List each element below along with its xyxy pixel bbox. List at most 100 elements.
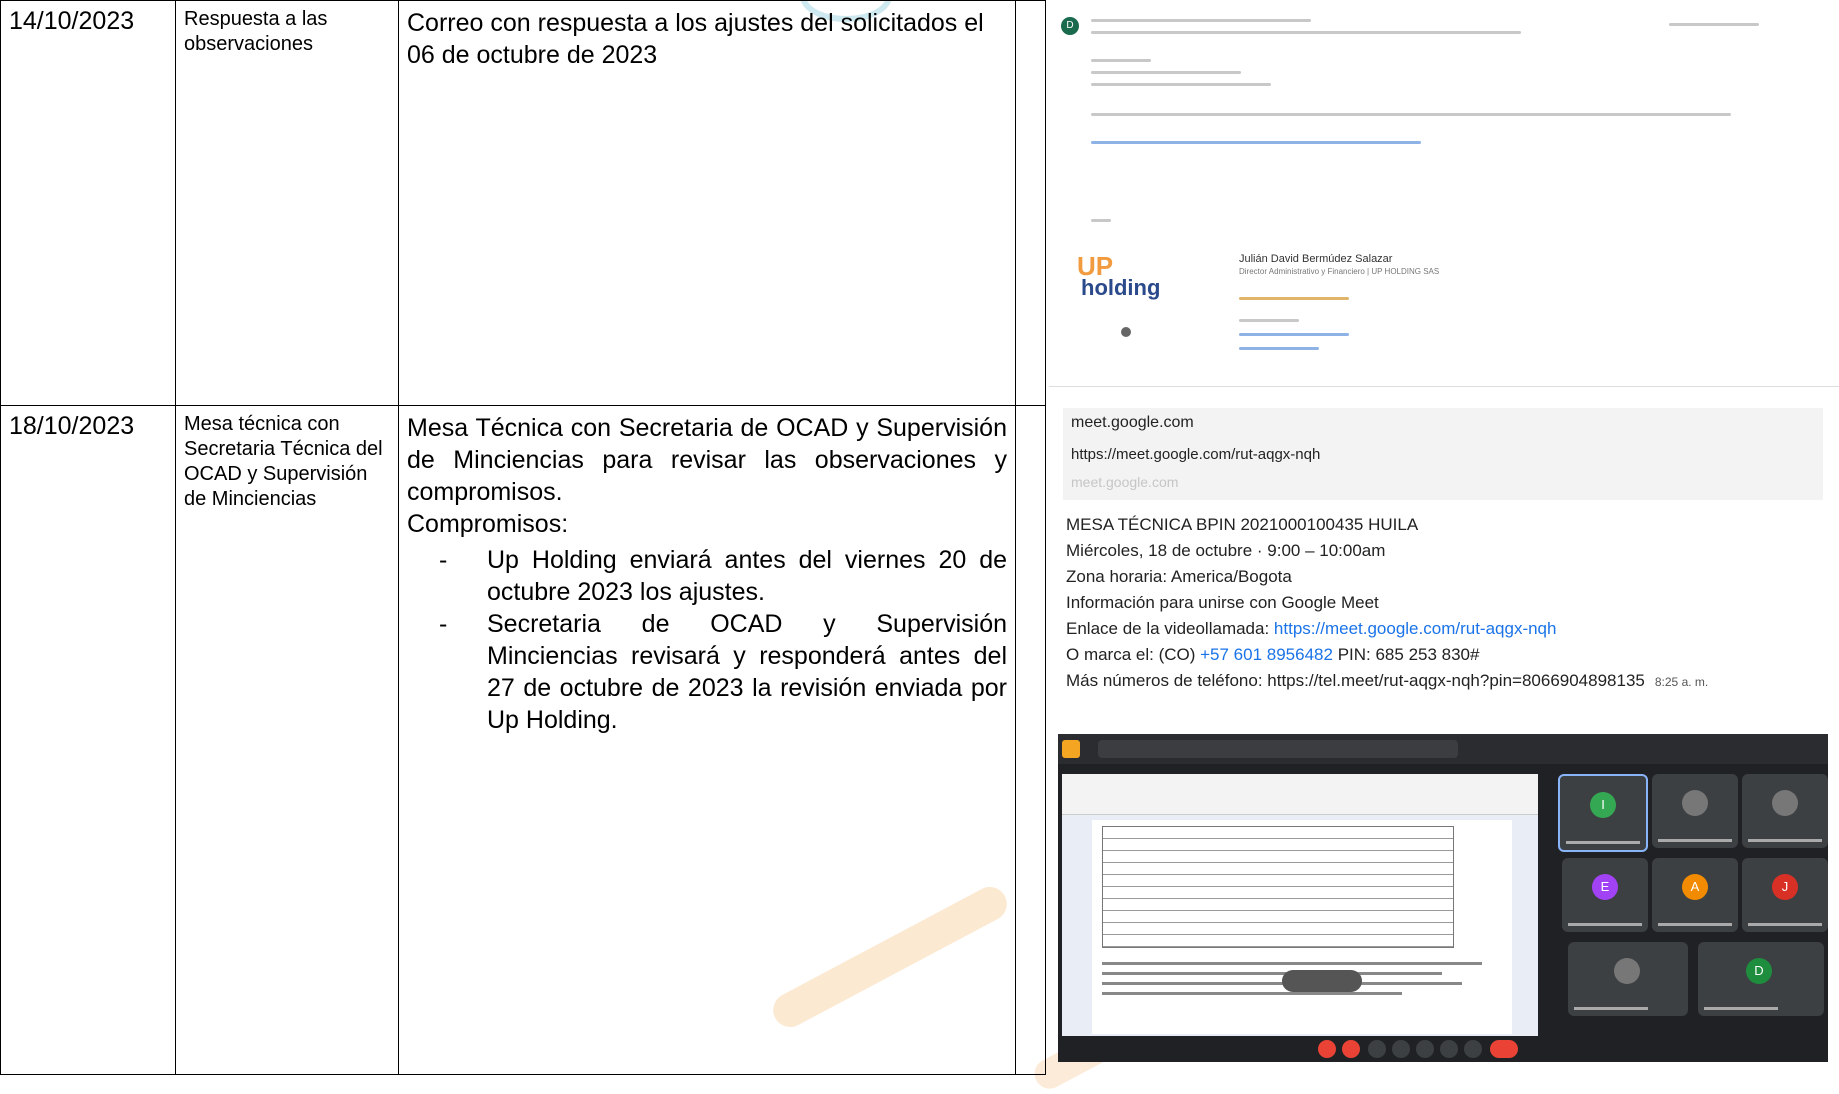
participant-tile[interactable]: D [1698, 942, 1824, 1016]
body-line [1091, 83, 1271, 86]
signature-divider [1239, 297, 1349, 300]
participant-tile[interactable]: E [1562, 858, 1648, 932]
bullet-dash: - [439, 546, 448, 574]
participant-name [1658, 839, 1732, 842]
bullet-dash: - [439, 610, 448, 638]
signature-name: Julián David Bermúdez Salazar [1239, 253, 1393, 265]
commitment-text: Up Holding enviará antes del viernes 20 … [487, 546, 1007, 606]
list-item: - Up Holding enviará antes del viernes 2… [439, 544, 1007, 608]
commitment-text: Secretaria de OCAD y Supervisión Mincien… [487, 610, 1007, 734]
participant-tile[interactable]: A [1652, 858, 1738, 932]
participant-avatar [1682, 790, 1708, 816]
mic-button[interactable] [1318, 1040, 1336, 1058]
email-screenshot: D UP holding Julián David Bermúdez Salaz… [1049, 1, 1839, 391]
signature-role: Director Administrativo y Financiero | U… [1239, 267, 1440, 276]
captions-button[interactable] [1368, 1040, 1386, 1058]
shared-document [1062, 774, 1538, 1036]
call-top-bar [1058, 734, 1828, 764]
body-line [1091, 219, 1111, 222]
evidence-cell [1015, 405, 1046, 1075]
dial-pin: PIN: 685 253 830# [1332, 645, 1480, 664]
participant-avatar [1614, 958, 1640, 984]
presenting-chip [1282, 970, 1362, 992]
dial-label: O marca el: (CO) [1066, 645, 1201, 664]
list-item: - Secretaria de OCAD y Supervisión Minci… [439, 608, 1007, 736]
participant-tile[interactable] [1568, 942, 1688, 1016]
web-link[interactable] [1239, 347, 1319, 350]
sender-avatar: D [1061, 17, 1079, 35]
meet-link-preview[interactable]: meet.google.com https://meet.google.com/… [1063, 408, 1823, 500]
participant-avatar: I [1590, 792, 1616, 818]
date-line [1669, 23, 1759, 26]
dial-number[interactable]: +57 601 8956482 [1200, 645, 1333, 664]
document-text [1102, 992, 1402, 995]
sender-line [1091, 19, 1311, 22]
more-numbers-line: Más números de teléfono: https://tel.mee… [1066, 668, 1836, 695]
body-line [1091, 113, 1731, 116]
preview-domain: meet.google.com [1071, 414, 1194, 431]
participant-name [1704, 1007, 1778, 1010]
commitments-list: - Up Holding enviará antes del viernes 2… [407, 544, 1007, 736]
participant-name [1748, 923, 1822, 926]
participant-name [1748, 839, 1822, 842]
video-call-screenshot: I E A J D [1058, 734, 1828, 1062]
date-cell: 14/10/2023 [0, 0, 176, 406]
commitments-label: Compromisos: [407, 510, 569, 538]
participant-avatar: D [1746, 958, 1772, 984]
call-controls-bar [1058, 1036, 1828, 1062]
camera-button[interactable] [1342, 1040, 1360, 1058]
join-info: Información para unirse con Google Meet [1066, 593, 1379, 612]
app-logo-icon [1062, 740, 1080, 758]
attachment-link[interactable] [1091, 141, 1421, 144]
description-intro: Mesa Técnica con Secretaria de OCAD y Su… [407, 414, 1007, 506]
participant-name [1566, 841, 1640, 844]
participant-name [1574, 1007, 1648, 1010]
more-numbers: Más números de teléfono: https://tel.mee… [1066, 671, 1645, 690]
end-call-button[interactable] [1490, 1040, 1518, 1058]
participant-tile[interactable] [1652, 774, 1738, 848]
document-text [1102, 972, 1442, 975]
preview-domain-faded: meet.google.com [1071, 474, 1179, 490]
participant-avatar: J [1772, 874, 1798, 900]
recipients-line [1091, 31, 1521, 34]
participant-name [1568, 923, 1642, 926]
preview-url: https://meet.google.com/rut-aqgx-nqh [1071, 446, 1321, 463]
activity-cell: Respuesta a las observaciones [175, 0, 399, 406]
activity-cell: Mesa técnica con Secretaria Técnica del … [175, 405, 399, 1075]
meet-invite-text: MESA TÉCNICA BPIN 2021000100435 HUILA Mi… [1066, 512, 1836, 695]
document-ribbon [1062, 774, 1538, 815]
table-row: 18/10/2023 Mesa técnica con Secretaria T… [0, 405, 1046, 1075]
participant-avatar [1772, 790, 1798, 816]
logo-holding: holding [1081, 275, 1161, 300]
participant-tile[interactable]: J [1742, 858, 1828, 932]
participant-tile[interactable] [1742, 774, 1828, 848]
more-options-button[interactable] [1464, 1040, 1482, 1058]
meeting-title: MESA TÉCNICA BPIN 2021000100435 HUILA [1066, 515, 1419, 534]
video-call-line: Enlace de la videollamada: https://meet.… [1066, 616, 1836, 642]
present-button[interactable] [1416, 1040, 1434, 1058]
participant-avatar: E [1592, 874, 1618, 900]
activity-log-table: 14/10/2023 Respuesta a las observaciones… [0, 0, 1046, 1075]
date-cell: 18/10/2023 [0, 405, 176, 1075]
email-bottom-divider [1049, 386, 1839, 387]
raise-hand-button[interactable] [1440, 1040, 1458, 1058]
email-link[interactable] [1239, 333, 1349, 336]
reactions-button[interactable] [1392, 1040, 1410, 1058]
video-label: Enlace de la videollamada: [1066, 619, 1274, 638]
social-icon [1121, 327, 1131, 337]
document-text [1102, 962, 1482, 965]
description-cell: Mesa Técnica con Secretaria de OCAD y Su… [398, 405, 1016, 1075]
video-link[interactable]: https://meet.google.com/rut-aqgx-nqh [1274, 619, 1557, 638]
document-page [1092, 820, 1512, 1034]
phone-line [1239, 319, 1299, 322]
participant-name [1658, 923, 1732, 926]
document-table [1102, 826, 1454, 948]
presenter-banner [1098, 740, 1458, 758]
evidence-cell [1015, 0, 1046, 406]
body-line [1091, 71, 1241, 74]
company-logo: UP holding [1077, 251, 1187, 301]
meeting-timezone: Zona horaria: America/Bogota [1066, 567, 1292, 586]
meeting-datetime: Miércoles, 18 de octubre · 9:00 – 10:00a… [1066, 541, 1386, 560]
description-cell: Correo con respuesta a los ajustes del s… [398, 0, 1016, 406]
participant-tile[interactable]: I [1558, 774, 1648, 852]
